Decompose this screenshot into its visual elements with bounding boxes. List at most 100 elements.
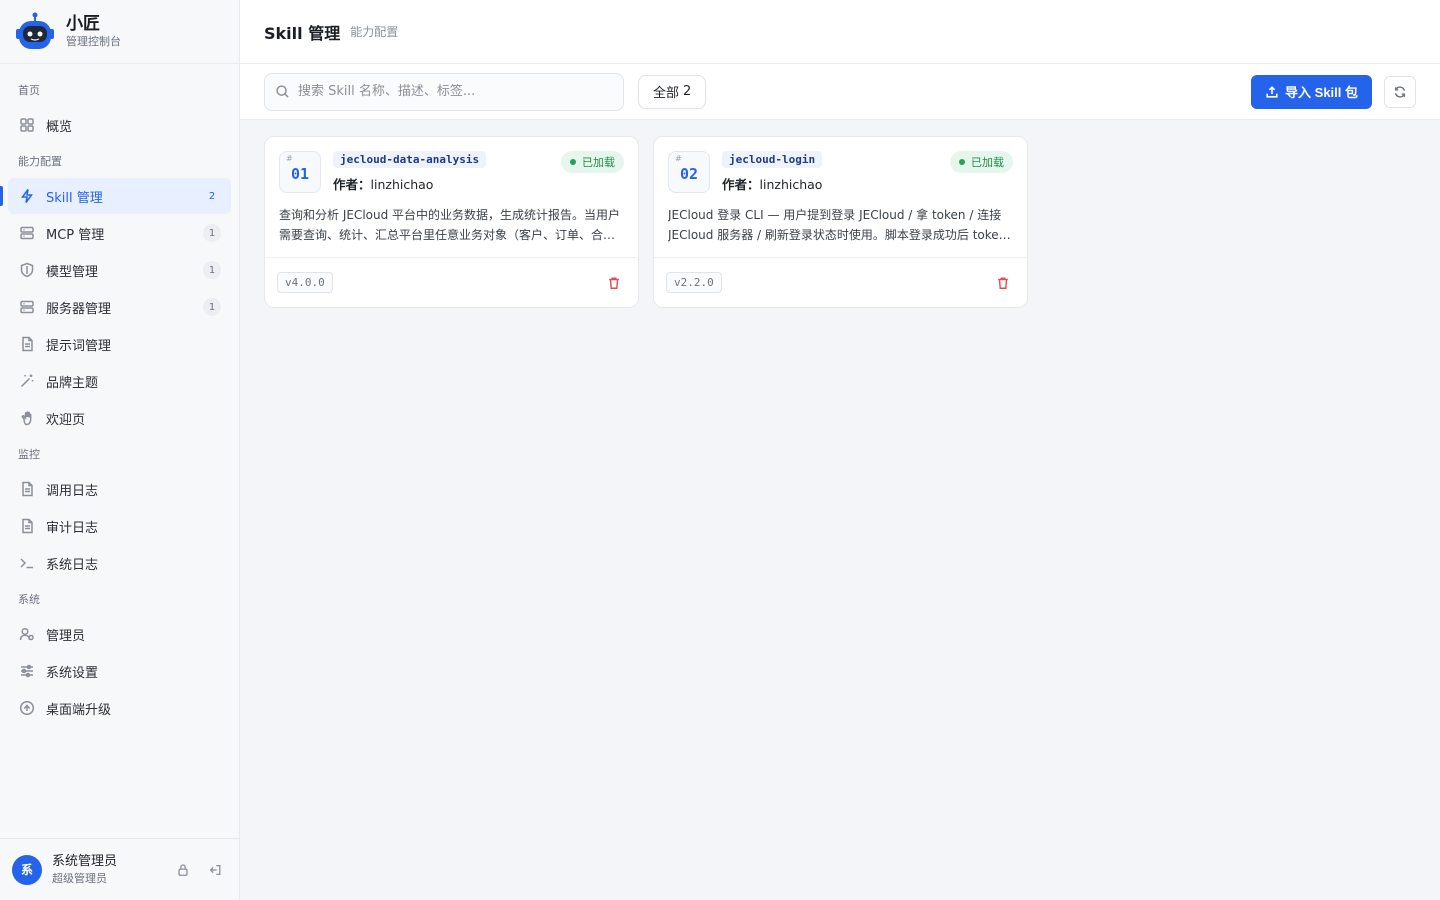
sidebar-item-overview[interactable]: 概览 bbox=[8, 107, 231, 143]
lock-icon bbox=[178, 863, 188, 876]
shield-icon bbox=[18, 261, 36, 279]
main-area: Skill 管理 能力配置 全部 2 导入 Skill 包 bbox=[240, 0, 1440, 900]
sidebar-item-label: Skill 管理 bbox=[46, 190, 103, 206]
author-name: linzhichao bbox=[370, 177, 434, 192]
filter-all-button[interactable]: 全部 2 bbox=[638, 74, 707, 109]
sidebar-item-label: 服务器管理 bbox=[46, 301, 112, 317]
sidebar-item-model[interactable]: 模型管理 1 bbox=[8, 252, 231, 288]
sidebar-item-label: 管理员 bbox=[46, 628, 86, 644]
sidebar-item-server[interactable]: 服务器管理 1 bbox=[8, 289, 231, 325]
sidebar-item-prompt[interactable]: 提示词管理 bbox=[8, 326, 231, 362]
upload-icon bbox=[1266, 85, 1278, 98]
skill-author: 作者：linzhichao bbox=[722, 174, 950, 193]
server-icon bbox=[18, 298, 36, 316]
filter-label: 全部 bbox=[653, 86, 680, 101]
sidebar-item-label: 桌面端升级 bbox=[46, 702, 112, 718]
document-icon bbox=[18, 517, 36, 535]
skill-card-list: # 01 jecloud-data-analysis 作者：linzhichao… bbox=[240, 120, 1440, 324]
trash-icon bbox=[609, 276, 619, 289]
nav-group-label-monitor: 监控 bbox=[18, 448, 40, 461]
sidebar-item-audit-log[interactable]: 审计日志 bbox=[8, 508, 231, 544]
status-text: 已加载 bbox=[971, 156, 1004, 169]
status-dot-icon bbox=[959, 159, 965, 165]
sidebar-item-label: 品牌主题 bbox=[46, 375, 99, 391]
sidebar-item-call-log[interactable]: 调用日志 bbox=[8, 471, 231, 507]
page-header: Skill 管理 能力配置 bbox=[240, 0, 1440, 64]
skill-card[interactable]: # 02 jecloud-login 作者：linzhichao 已加载 JEC… bbox=[653, 136, 1028, 308]
import-skill-button[interactable]: 导入 Skill 包 bbox=[1251, 74, 1372, 109]
count-badge: 2 bbox=[208, 190, 216, 202]
sidebar-item-label: 概览 bbox=[46, 119, 73, 135]
skill-name: jecloud-login bbox=[722, 151, 823, 168]
nav-group-label-system: 系统 bbox=[18, 593, 40, 606]
search-input[interactable] bbox=[298, 84, 613, 99]
refresh-button[interactable] bbox=[1384, 75, 1416, 108]
page-subtitle: 能力配置 bbox=[350, 25, 399, 39]
version-badge: v4.0.0 bbox=[277, 272, 333, 293]
terminal-icon bbox=[18, 554, 36, 572]
sidebar-item-label: 系统日志 bbox=[46, 557, 99, 573]
nav-group-label-home: 首页 bbox=[18, 84, 40, 97]
sliders-icon bbox=[18, 662, 36, 680]
app-root: 小匠 管理控制台 首页 概览 能力配置 Skill 管理 2 MCP 管理 1 … bbox=[0, 0, 1440, 900]
search-box[interactable] bbox=[264, 72, 624, 111]
sidebar-item-label: 审计日志 bbox=[46, 520, 99, 536]
sidebar-item-brand-theme[interactable]: 品牌主题 bbox=[8, 363, 231, 399]
sidebar-item-welcome[interactable]: 欢迎页 bbox=[8, 400, 231, 436]
sidebar-item-label: 提示词管理 bbox=[46, 338, 112, 354]
author-label: 作者： bbox=[333, 177, 371, 192]
user-role: 超级管理员 bbox=[52, 871, 107, 885]
skill-description: 查询和分析 JECloud 平台中的业务数据，生成统计报告。当用户需要查询、统计… bbox=[279, 208, 621, 242]
sidebar: 小匠 管理控制台 首页 概览 能力配置 Skill 管理 2 MCP 管理 1 … bbox=[0, 0, 240, 900]
sidebar-item-skill[interactable]: Skill 管理 2 bbox=[0, 178, 231, 214]
skill-index-number: 01 bbox=[290, 165, 310, 183]
sidebar-nav: 首页 概览 能力配置 Skill 管理 2 MCP 管理 1 模型管理 1 服务… bbox=[0, 64, 239, 838]
delete-button[interactable] bbox=[991, 271, 1015, 295]
sidebar-item-desktop-upgrade[interactable]: 桌面端升级 bbox=[8, 690, 231, 726]
server-icon bbox=[18, 224, 36, 242]
sidebar-item-admins[interactable]: 管理员 bbox=[8, 616, 231, 652]
status-badge: 已加载 bbox=[561, 151, 624, 173]
upgrade-icon bbox=[18, 699, 36, 717]
skill-author: 作者：linzhichao bbox=[333, 174, 561, 193]
users-icon bbox=[18, 625, 36, 643]
sidebar-item-mcp[interactable]: MCP 管理 1 bbox=[8, 215, 231, 251]
sidebar-item-system-log[interactable]: 系统日志 bbox=[8, 545, 231, 581]
skill-card[interactable]: # 01 jecloud-data-analysis 作者：linzhichao… bbox=[264, 136, 639, 308]
grid-icon bbox=[18, 116, 36, 134]
logout-icon bbox=[209, 864, 221, 875]
brand[interactable]: 小匠 管理控制台 bbox=[0, 0, 239, 64]
trash-icon bbox=[998, 276, 1008, 289]
delete-button[interactable] bbox=[602, 271, 626, 295]
brand-name: 小匠 bbox=[66, 13, 100, 34]
status-dot-icon bbox=[570, 159, 576, 165]
document-icon bbox=[18, 480, 36, 498]
author-name: linzhichao bbox=[759, 177, 823, 192]
sidebar-item-label: 调用日志 bbox=[46, 483, 99, 499]
user-panel: 系 系统管理员 超级管理员 bbox=[0, 838, 239, 900]
count-badge: 1 bbox=[203, 298, 221, 316]
avatar[interactable]: 系 bbox=[12, 854, 42, 885]
skill-index: # 02 bbox=[668, 151, 710, 193]
count-badge: 1 bbox=[203, 224, 221, 242]
wave-hand-icon bbox=[18, 409, 36, 427]
magic-wand-icon bbox=[18, 372, 36, 390]
brand-subtitle: 管理控制台 bbox=[66, 34, 121, 48]
lock-button[interactable] bbox=[171, 858, 195, 882]
document-icon bbox=[18, 335, 36, 353]
sidebar-item-settings[interactable]: 系统设置 bbox=[8, 653, 231, 689]
skill-index-hash: # bbox=[675, 154, 682, 163]
skill-name: jecloud-data-analysis bbox=[333, 151, 487, 168]
skill-index-hash: # bbox=[286, 154, 293, 163]
logout-button[interactable] bbox=[203, 858, 227, 882]
nav-group-label-capability: 能力配置 bbox=[18, 155, 62, 168]
author-label: 作者： bbox=[722, 177, 760, 192]
version-badge: v2.2.0 bbox=[666, 272, 722, 293]
skill-index-number: 02 bbox=[679, 165, 699, 183]
import-skill-label: 导入 Skill 包 bbox=[1285, 85, 1358, 100]
count-badge: 1 bbox=[203, 261, 221, 279]
lightning-icon bbox=[18, 187, 36, 205]
skill-description: JECloud 登录 CLI — 用户提到登录 JECloud / 拿 toke… bbox=[668, 208, 1007, 242]
page-title: Skill 管理 bbox=[264, 23, 341, 43]
robot-logo-icon bbox=[16, 12, 54, 49]
